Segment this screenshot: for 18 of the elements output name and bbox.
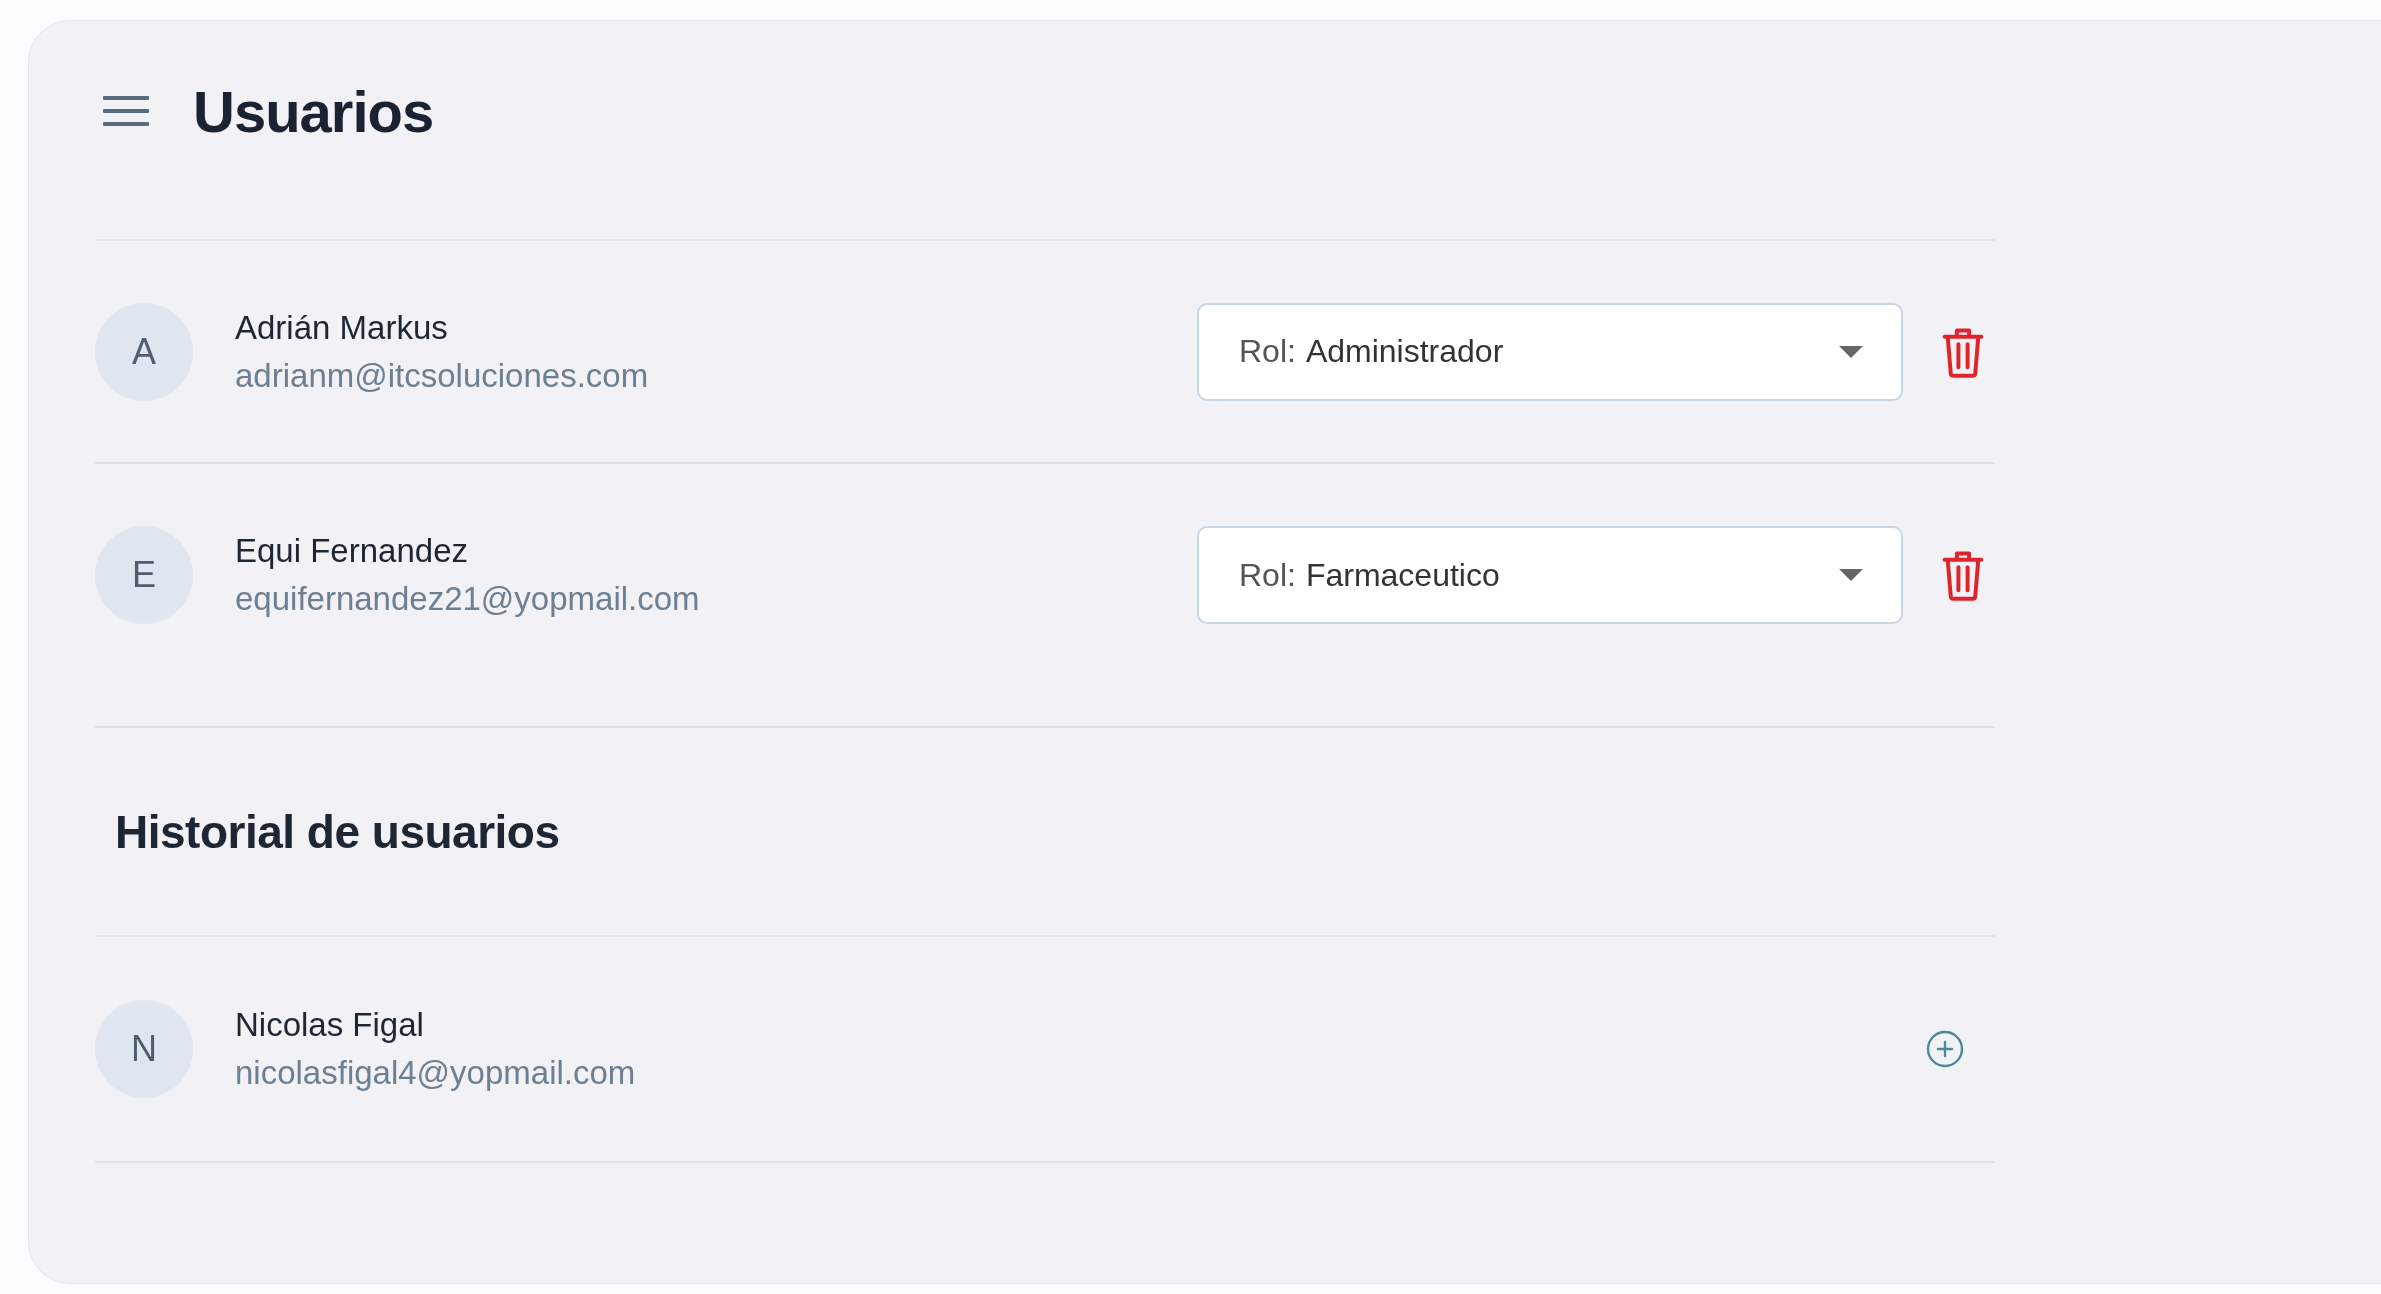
add-icon[interactable] [1925,1029,1965,1069]
avatar: N [95,1000,193,1098]
caret-icon [1839,345,1863,358]
user-email: equifernandez21@yopmail.com [235,580,701,618]
caret-icon [1839,569,1863,581]
user-email: adrianm@itcsoluciones.com [235,356,650,395]
user-name: Nicolas Figal [235,1006,425,1044]
menu-icon[interactable] [103,94,149,128]
user-name: Adrián Markus [235,308,449,347]
avatar: A [95,302,193,401]
user-name: Equi Fernandez [235,532,469,570]
role-select[interactable]: Rol: Administrador [1197,302,1903,401]
avatar: E [95,526,193,624]
user-email: nicolasfigal4@yopmail.com [235,1054,637,1092]
trash-icon[interactable] [1941,549,1985,601]
page-title: Usuarios [193,77,434,145]
role-select[interactable]: Rol: Farmaceutico [1197,526,1903,624]
section-title: Historial de usuarios [115,804,560,859]
